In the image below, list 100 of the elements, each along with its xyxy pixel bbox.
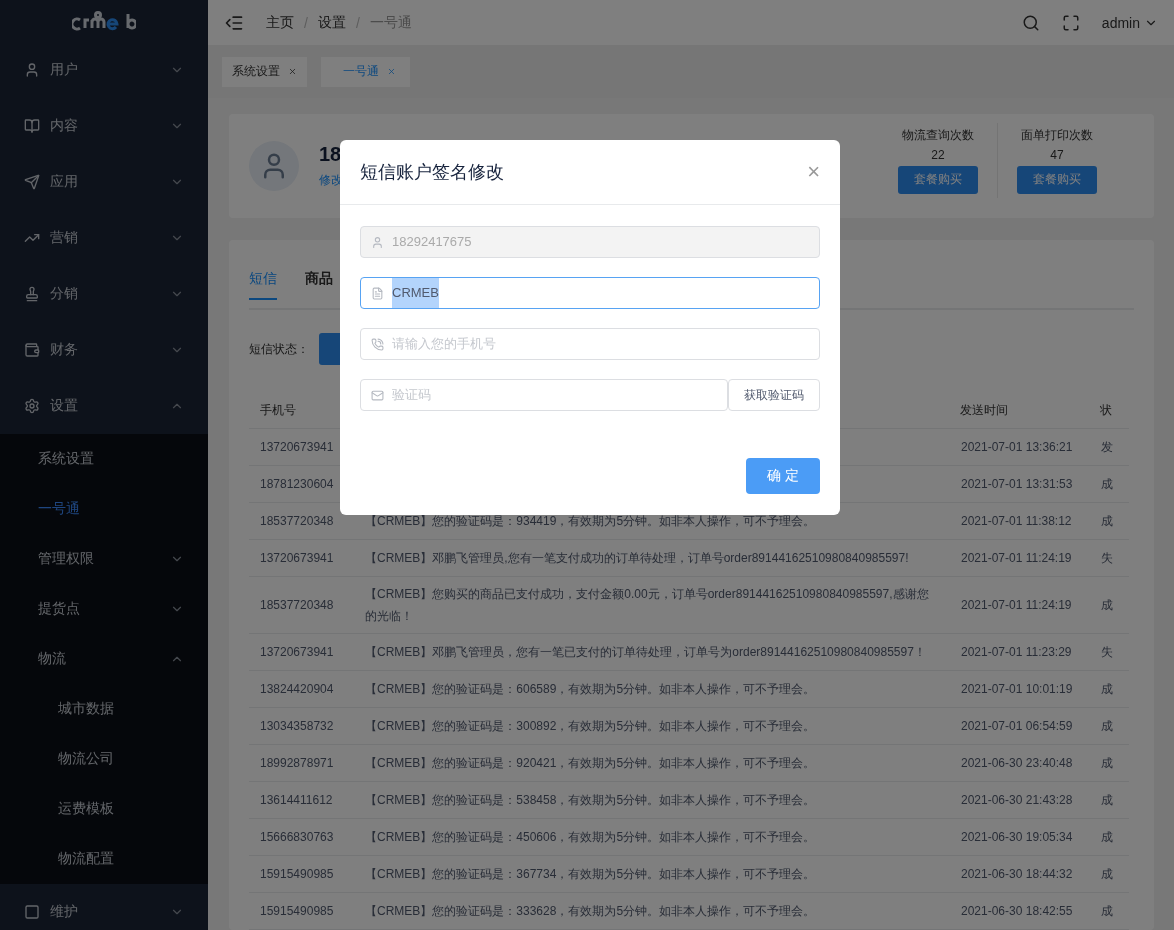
table-cell-text: 18992878971 — [259, 755, 335, 772]
table-cell-text: 18537720348 — [259, 513, 335, 530]
table-cell-text: 【CRMEB】您的验证码是：934419，有效期为5分钟。如非本人操作，可不予理会。 — [365, 513, 817, 530]
menu-item[interactable]: 用户 — [0, 42, 208, 98]
table-cell-text: 2021-07-01 11:24:19 — [960, 550, 1073, 567]
table-cell-text: 18781230604 — [259, 476, 335, 493]
table-cell-text: 15666830763 — [259, 829, 335, 846]
table-cell-text: 【CRMEB】您的验证码是：300892，有效期为5分钟。如非本人操作，可不予理会。 — [365, 718, 817, 735]
stat-label: 物流查询次数 — [902, 126, 974, 144]
table-cell-text: 2021-07-01 11:23:29 — [960, 644, 1073, 661]
table-cell-text: 13034358732 — [259, 718, 335, 735]
close-button[interactable]: × — [807, 161, 820, 183]
stat-label: 面单打印次数 — [1021, 126, 1093, 144]
table-cell-text: 13720673941 — [259, 644, 335, 661]
table-cell-text: 2021-07-01 06:54:59 — [960, 718, 1074, 735]
menu-icon — [24, 398, 40, 414]
table-cell-text: 2021-07-01 13:36:21 — [960, 439, 1074, 456]
menu-item[interactable]: 财务 — [0, 322, 208, 378]
table-cell-text: 【CRMEB】您的验证码是：333628，有效期为5分钟。如非本人操作，可不予理会。 — [365, 903, 817, 920]
breadcrumb-separator: / — [304, 14, 308, 31]
stat-count: 47 — [1050, 147, 1064, 162]
table-cell-text: 13824420904 — [259, 681, 335, 698]
menu-item[interactable]: 营销 — [0, 210, 208, 266]
menu-icon — [24, 342, 40, 358]
tab[interactable]: 短信 — [249, 270, 277, 300]
menu-icon — [24, 118, 40, 134]
table-cell-text: 15915490985 — [259, 903, 335, 920]
menu-icon — [24, 174, 40, 190]
modal-title: 短信账户签名修改 — [360, 161, 504, 184]
table-cell-text: 2021-06-30 19:05:34 — [960, 829, 1074, 846]
close-icon[interactable] — [288, 67, 297, 76]
search-icon[interactable] — [1021, 13, 1040, 32]
table-cell-text: 【CRMEB】邓鹏飞管理员，您有一笔已支付的订单待处理，订单号为order89144162510980840985597！ — [365, 644, 927, 661]
avatar-icon — [249, 141, 299, 191]
fullscreen-icon[interactable] — [1061, 13, 1080, 32]
table-cell-text: 成 — [1100, 903, 1114, 920]
table-cell-text: 成 — [1100, 755, 1114, 772]
get-code-button[interactable]: 获取验证码 — [728, 379, 820, 411]
table-cell-text: 【CRMEB】您的验证码是：367734，有效期为5分钟。如非本人操作，可不予理会。 — [365, 866, 817, 883]
menu-item[interactable]: 设置 — [0, 378, 208, 434]
field-icon — [371, 235, 384, 249]
menu-icon — [24, 904, 40, 920]
table-cell-text: 成 — [1100, 513, 1114, 530]
menu-item[interactable]: 内容 — [0, 98, 208, 154]
confirm-button[interactable]: 确 定 — [746, 458, 820, 494]
menu-item[interactable]: 应用 — [0, 154, 208, 210]
table-cell-text: 成 — [1100, 866, 1114, 883]
menu-item[interactable]: 维护 — [0, 884, 208, 930]
account-name: 18 — [319, 143, 343, 166]
input-field[interactable]: 验证码 — [360, 379, 728, 411]
table-cell-text: 【CRMEB】您购买的商品已支付成功，支付金额0.00元，订单号order89144162510980840985597,感谢您的光临！ — [365, 586, 930, 625]
table-cell-text: 成 — [1100, 597, 1114, 614]
menu-icon — [24, 286, 40, 302]
stat-count: 22 — [931, 147, 945, 162]
table-cell-text: 15915490985 — [259, 866, 335, 883]
table-cell-text: 成 — [1100, 718, 1114, 735]
table-cell-text: 成 — [1100, 792, 1114, 809]
menu-item[interactable]: 分销 — [0, 266, 208, 322]
breadcrumb-separator: / — [355, 14, 360, 31]
buy-button[interactable]: 套餐购买 — [1017, 165, 1097, 194]
input-field[interactable]: CRMEB — [360, 277, 820, 309]
table-cell-text: 13720673941 — [259, 439, 335, 456]
tab[interactable]: 商品 — [305, 270, 333, 300]
table-cell-text: 2021-06-30 18:44:32 — [960, 866, 1074, 883]
column-header: 发送时间 — [959, 401, 1009, 419]
menu-icon — [24, 62, 40, 78]
table-cell-text: 失 — [1100, 550, 1114, 567]
table-cell-text: 成 — [1100, 681, 1114, 698]
table-cell-text: 2021-06-30 21:43:28 — [960, 792, 1074, 809]
field-icon — [371, 337, 384, 351]
table-cell-text: 2021-06-30 23:40:48 — [960, 755, 1074, 772]
table-cell-text: 【CRMEB】您的验证码是：450606，有效期为5分钟。如非本人操作，可不予理会。 — [365, 829, 817, 846]
page-tag[interactable]: 系统设置 — [222, 56, 307, 87]
page-tag[interactable]: 一号通 — [321, 56, 410, 87]
table-cell-text: 【CRMEB】您的验证码是：606589，有效期为5分钟。如非本人操作，可不予理会。 — [365, 681, 817, 698]
column-header: 状 — [1099, 401, 1113, 419]
table-cell-text: 2021-07-01 11:38:12 — [960, 513, 1073, 530]
logo — [72, 10, 136, 32]
table-cell-text: 失 — [1100, 644, 1114, 661]
field-icon — [371, 286, 384, 300]
table-cell-text: 2021-07-01 10:01:19 — [960, 681, 1074, 698]
table-cell-text: 【CRMEB】您的验证码是：538458，有效期为5分钟。如非本人操作，可不予理会。 — [365, 792, 817, 809]
buy-button[interactable]: 套餐购买 — [898, 165, 978, 194]
user-menu[interactable]: admin — [1101, 14, 1158, 31]
filter-label: 短信状态： — [249, 340, 309, 358]
table-cell-text: 13614411612 — [259, 792, 334, 809]
table-cell-text: 13720673941 — [259, 550, 335, 567]
table-cell-text: 2021-06-30 18:42:55 — [960, 903, 1074, 920]
table-cell-text: 发 — [1100, 439, 1114, 456]
table-cell-text: 2021-07-01 13:31:53 — [960, 476, 1074, 493]
breadcrumb-item[interactable]: 设置 — [317, 13, 346, 32]
table-cell-text: 成 — [1100, 829, 1114, 846]
table-cell-text: 【CRMEB】您的验证码是：920421，有效期为5分钟。如非本人操作，可不予理会。 — [365, 755, 817, 772]
table-cell-text: 18537720348 — [259, 597, 335, 614]
breadcrumb-item[interactable]: 主页 — [266, 13, 294, 32]
table-cell-text: 【CRMEB】邓鹏飞管理员,您有一笔支付成功的订单待处理，订单号order89144162510980840985597! — [365, 550, 910, 567]
table-cell-text: 成 — [1100, 476, 1114, 493]
column-header: 手机号 — [259, 401, 297, 419]
table-cell-text: 2021-07-01 11:24:19 — [960, 597, 1073, 614]
field-icon — [371, 388, 384, 402]
